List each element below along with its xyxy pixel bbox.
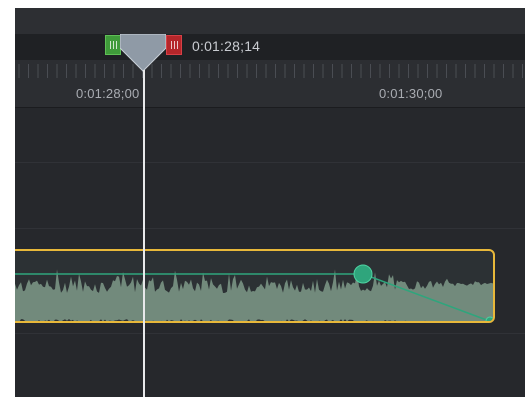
grip-lines-icon xyxy=(174,41,175,49)
playhead-timecode: 0:01:28;14 xyxy=(192,38,261,54)
audio-track-area[interactable] xyxy=(15,108,525,397)
out-point-handle[interactable] xyxy=(166,35,182,55)
track-divider xyxy=(15,333,525,334)
playhead-line[interactable] xyxy=(143,70,145,397)
ruler-label-0130: 0:01:30;00 xyxy=(379,86,443,101)
grip-lines-icon xyxy=(177,41,178,49)
in-point-handle[interactable] xyxy=(105,35,121,55)
time-ruler[interactable]: 0:01:28;00 0:01:30;00 xyxy=(15,60,525,108)
ruler-label-0128: 0:01:28;00 xyxy=(76,86,140,101)
audio-clip[interactable] xyxy=(15,249,495,323)
circle-keyframe-icon[interactable] xyxy=(485,316,494,323)
timeline-toolbar xyxy=(15,8,525,34)
playhead-marker-icon[interactable] xyxy=(120,34,166,72)
playhead-bar xyxy=(15,34,525,61)
grip-lines-icon xyxy=(113,41,114,49)
grip-lines-icon xyxy=(171,41,172,49)
circle-keyframe-icon[interactable] xyxy=(353,264,373,284)
timeline-editor: 0:01:28;00 0:01:30;00 0:01:28;14 xyxy=(15,8,525,397)
waveform xyxy=(15,264,494,323)
grip-lines-icon xyxy=(116,41,117,49)
grip-lines-icon xyxy=(110,41,111,49)
track-divider xyxy=(15,162,525,163)
track-divider xyxy=(15,228,525,229)
